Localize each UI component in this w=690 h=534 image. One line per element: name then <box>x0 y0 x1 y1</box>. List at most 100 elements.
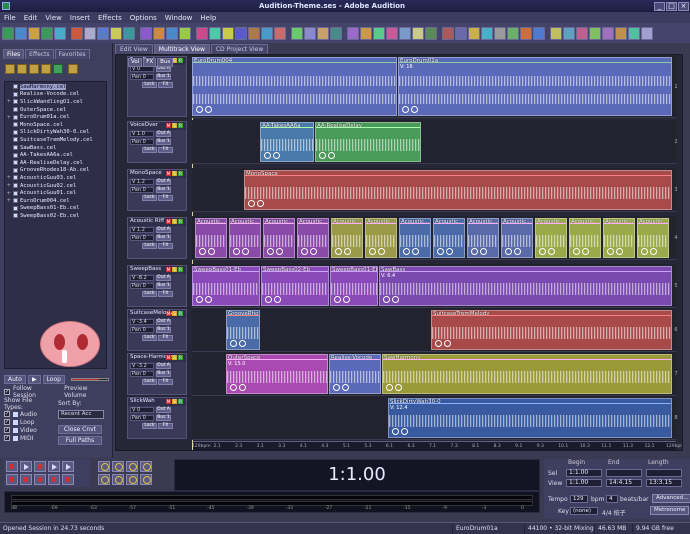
track-lane-8[interactable]: SlickDirtyWah30-0 V: 12.4 <box>192 396 672 440</box>
tab-edit-view[interactable]: Edit View <box>115 44 153 54</box>
key-select[interactable]: (none) <box>570 507 598 515</box>
volume-envelope[interactable] <box>399 62 671 63</box>
file-item[interactable]: AA-RealiseDelay.cel <box>7 159 104 167</box>
track-s-button[interactable]: S <box>172 399 177 404</box>
toolbar-tool-46-icon[interactable] <box>615 26 627 40</box>
zoom-left-icon[interactable] <box>98 474 110 485</box>
view-end-field[interactable]: 14:4.15 <box>606 479 642 487</box>
zoom-right-icon[interactable] <box>112 474 124 485</box>
toolbar-tool-16-icon[interactable] <box>209 26 221 40</box>
track-r-button[interactable]: R <box>178 355 183 360</box>
properties-icon[interactable] <box>68 64 78 74</box>
track-r-button[interactable]: R <box>178 399 183 404</box>
play-looped-button[interactable] <box>62 461 74 472</box>
track-volume[interactable]: V -3.4 <box>130 319 154 325</box>
toolbar-tool-23-icon[interactable] <box>304 26 316 40</box>
track-fx-button[interactable]: FX <box>158 423 173 429</box>
track-lane-6[interactable]: GrooveRho... SuitcaseTremMelody <box>192 308 672 352</box>
audio-clip[interactable]: SlickDirtyWah30-0 V: 12.4 <box>388 398 672 438</box>
track-bus[interactable]: Bus 1 <box>156 327 171 333</box>
zoom-out-horizontal-icon[interactable] <box>112 461 124 472</box>
toolbar-tool-22-icon[interactable] <box>291 26 303 40</box>
volume-envelope[interactable] <box>316 127 420 128</box>
zoom-out-vertical-icon[interactable] <box>140 474 152 485</box>
tab-fx[interactable]: FX <box>143 58 157 67</box>
toolbar-tool-31-icon[interactable] <box>412 26 424 40</box>
toolbar-tool-21-icon[interactable] <box>274 26 286 40</box>
volume-envelope[interactable] <box>380 271 671 272</box>
view-length-field[interactable]: 13:3.15 <box>646 479 682 487</box>
tab-files[interactable]: Files <box>3 49 25 59</box>
volume-envelope[interactable] <box>264 223 294 224</box>
toolbar-tool-15-icon[interactable] <box>196 26 208 40</box>
track-bus[interactable]: Bus 1 <box>156 415 171 421</box>
track-fx-button[interactable]: FX <box>158 291 173 297</box>
toolbar-tool-27-icon[interactable] <box>360 26 372 40</box>
volume-envelope[interactable] <box>330 359 380 360</box>
file-item[interactable]: SawBass.cel <box>7 144 104 152</box>
toolbar-tool-47-icon[interactable] <box>628 26 640 40</box>
tempo-field[interactable]: 129 <box>570 495 588 503</box>
audio-clip[interactable]: Acoustic... <box>433 218 465 258</box>
track-lock-button[interactable]: Lock <box>142 335 157 341</box>
volume-envelope[interactable] <box>227 315 259 316</box>
play-to-end-button[interactable] <box>48 461 60 472</box>
audio-clip[interactable]: Acoustic... <box>263 218 295 258</box>
file-item[interactable]: + EuroDrum004.cel <box>7 197 104 205</box>
time-signature[interactable]: 4/4 拍子 <box>602 508 626 517</box>
zoom-selection-icon[interactable] <box>126 474 138 485</box>
track-m-button[interactable]: M <box>166 311 171 316</box>
track-bus[interactable]: Bus 1 <box>156 371 171 377</box>
track-m-button[interactable]: M <box>166 355 171 360</box>
track-fx-button[interactable]: FX <box>158 243 173 249</box>
audio-clip[interactable]: Realise-Vocode <box>329 354 381 394</box>
pause-button[interactable] <box>34 461 46 472</box>
track-r-button[interactable]: R <box>178 219 183 224</box>
file-item[interactable]: GrooveRhodes18-Ab.cel <box>7 167 104 175</box>
track-r-button[interactable]: R <box>178 123 183 128</box>
track-volume[interactable]: V -3.2 <box>130 363 154 369</box>
minimize-button[interactable]: _ <box>654 1 665 11</box>
tab-effects[interactable]: Effects <box>25 49 54 59</box>
toolbar-tool-36-icon[interactable] <box>481 26 493 40</box>
volume-envelope[interactable] <box>383 359 671 360</box>
maximize-button[interactable]: □ <box>666 1 677 11</box>
track-m-button[interactable]: M <box>166 399 171 404</box>
menu-options[interactable]: Options <box>130 14 157 22</box>
toolbar-tool-28-icon[interactable] <box>373 26 385 40</box>
app-icon[interactable] <box>2 2 10 10</box>
multitrack-area[interactable]: 129bpm 2.1 2.3 3.1 3.3 4.1 4.3 5.1 5.3 6.1 6.3 7.1 7… <box>115 54 683 451</box>
sel-end-field[interactable] <box>606 469 642 477</box>
advanced-button[interactable]: Advanced... <box>652 494 690 503</box>
track-lane-5[interactable]: SweepBass01-Eb SweepBass02-Eb SweepBass01-… <box>192 264 672 308</box>
edit-file-icon[interactable] <box>41 64 51 74</box>
toolbar-tool-25-icon[interactable] <box>330 26 342 40</box>
toolbar-tool-38-icon[interactable] <box>507 26 519 40</box>
volume-envelope[interactable] <box>638 223 668 224</box>
track-r-button[interactable]: R <box>178 58 183 63</box>
track-bus[interactable]: Bus 1 <box>156 187 171 193</box>
toolbar-tool-37-icon[interactable] <box>494 26 506 40</box>
close-file-icon[interactable] <box>29 64 39 74</box>
toolbar-tool-45-icon[interactable] <box>602 26 614 40</box>
toolbar-tool-19-icon[interactable] <box>248 26 260 40</box>
track-lock-button[interactable]: Lock <box>142 82 157 88</box>
insert-file-icon[interactable] <box>53 64 63 74</box>
menu-help[interactable]: Help <box>200 14 216 22</box>
audio-clip[interactable]: Acoustic... <box>637 218 669 258</box>
toolbar-tool-9-icon[interactable] <box>110 26 122 40</box>
file-item[interactable]: Realise-Vocode.cel <box>7 91 104 99</box>
track-lock-button[interactable]: Lock <box>142 423 157 429</box>
track-lane-3[interactable]: MonoSpace <box>192 168 672 212</box>
file-item[interactable]: SweepBass02-Eb.cel <box>7 212 104 220</box>
toolbar-tool-8-icon[interactable] <box>97 26 109 40</box>
toolbar-tool-17-icon[interactable] <box>222 26 234 40</box>
track-s-button[interactable]: S <box>172 311 177 316</box>
file-item[interactable]: SawHarmony.cel <box>7 83 104 91</box>
track-r-button[interactable]: R <box>178 311 183 316</box>
toolbar-tool-26-icon[interactable] <box>347 26 359 40</box>
track-r-button[interactable]: R <box>178 267 183 272</box>
close-button[interactable]: × <box>678 1 689 11</box>
toolbar-tool-4-icon[interactable] <box>41 26 53 40</box>
track-bus[interactable]: Bus 1 <box>156 139 171 145</box>
